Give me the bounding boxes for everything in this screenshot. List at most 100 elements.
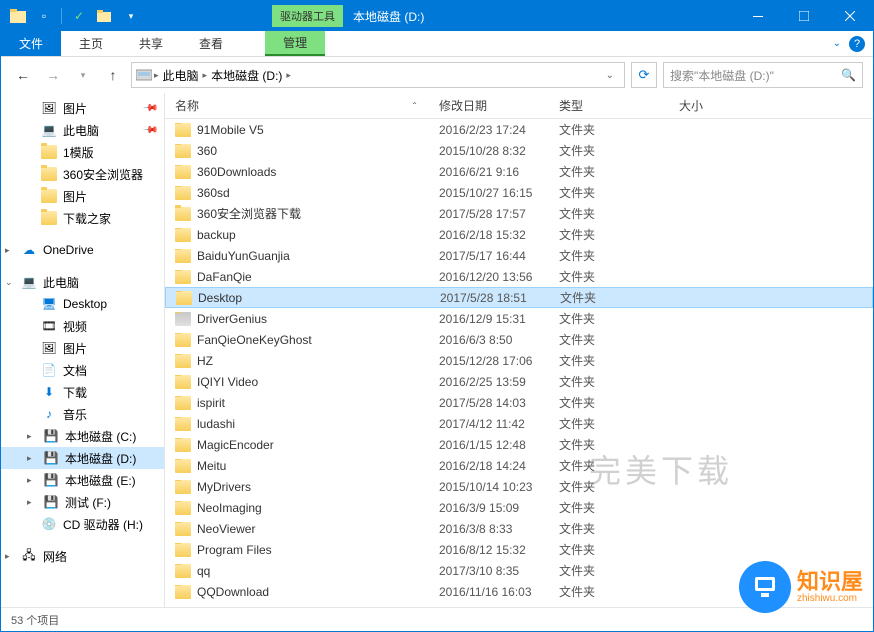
desktop-icon: 🖥 bbox=[41, 296, 57, 312]
file-row[interactable]: MyDrivers2015/10/14 10:23文件夹 bbox=[165, 476, 873, 497]
file-row[interactable]: 360安全浏览器下载2017/5/28 17:57文件夹 bbox=[165, 203, 873, 224]
file-type-cell: 文件夹 bbox=[549, 415, 669, 432]
breadcrumb-this-pc[interactable]: 此电脑 bbox=[161, 67, 201, 84]
tree-videos[interactable]: 🎞视频 bbox=[1, 315, 164, 337]
file-name-cell: NeoViewer bbox=[165, 522, 429, 536]
drive-tools-contextual-tab: 驱动器工具 bbox=[272, 5, 343, 27]
search-input[interactable]: 搜索"本地磁盘 (D:)" 🔍 bbox=[663, 62, 863, 88]
tree-test-f[interactable]: ▸💾测试 (F:) bbox=[1, 491, 164, 513]
file-name: Program Files bbox=[197, 543, 272, 557]
tab-view[interactable]: 查看 bbox=[181, 31, 241, 56]
tree-documents[interactable]: 📄文档 bbox=[1, 359, 164, 381]
recent-dropdown-icon[interactable]: ▾ bbox=[71, 63, 95, 87]
refresh-button[interactable]: ⟳ bbox=[631, 62, 657, 88]
expand-icon[interactable]: ▸ bbox=[5, 245, 15, 256]
tab-file[interactable]: 文件 bbox=[1, 31, 61, 56]
file-row[interactable]: FanQieOneKeyGhost2016/6/3 8:50文件夹 bbox=[165, 329, 873, 350]
file-name: 360 bbox=[197, 144, 217, 158]
folder-icon bbox=[175, 249, 191, 263]
tree-desktop[interactable]: 🖥Desktop bbox=[1, 293, 164, 315]
tree-pictures[interactable]: 🖼图片 bbox=[1, 337, 164, 359]
forward-button[interactable]: → bbox=[41, 63, 65, 87]
tree-music[interactable]: ♪音乐 bbox=[1, 403, 164, 425]
tree-onedrive[interactable]: ▸☁OneDrive bbox=[1, 239, 164, 261]
file-row[interactable]: 360sd2015/10/27 16:15文件夹 bbox=[165, 182, 873, 203]
tree-this-pc[interactable]: ⌄💻此电脑 bbox=[1, 271, 164, 293]
file-type-cell: 文件夹 bbox=[549, 205, 669, 222]
qat-dropdown-icon[interactable]: ▾ bbox=[120, 5, 142, 27]
file-type-cell: 文件夹 bbox=[549, 121, 669, 138]
tree-this-pc-quick[interactable]: 💻此电脑📌 bbox=[1, 119, 164, 141]
properties-icon[interactable]: ▫ bbox=[33, 5, 55, 27]
minimize-button[interactable] bbox=[735, 1, 781, 31]
tree-disk-e[interactable]: ▸💾本地磁盘 (E:) bbox=[1, 469, 164, 491]
file-row[interactable]: MagicEncoder2016/1/15 12:48文件夹 bbox=[165, 434, 873, 455]
pictures-icon: 🖼 bbox=[41, 340, 57, 356]
file-row[interactable]: backup2016/2/18 15:32文件夹 bbox=[165, 224, 873, 245]
file-row[interactable]: Program Files2016/8/12 15:32文件夹 bbox=[165, 539, 873, 560]
column-name[interactable]: 名称⌃ bbox=[165, 93, 429, 118]
breadcrumb-drive-d[interactable]: 本地磁盘 (D:) bbox=[209, 67, 284, 84]
tree-pictures-folder[interactable]: 图片 bbox=[1, 185, 164, 207]
ribbon-collapse-icon[interactable]: ⌄ bbox=[833, 38, 841, 49]
file-row[interactable]: 91Mobile V52016/2/23 17:24文件夹 bbox=[165, 119, 873, 140]
file-row[interactable]: NeoViewer2016/3/8 8:33文件夹 bbox=[165, 518, 873, 539]
tree-template-folder[interactable]: 1模版 bbox=[1, 141, 164, 163]
file-row[interactable]: QQDownload2016/11/16 16:03文件夹 bbox=[165, 581, 873, 602]
tree-360browser-folder[interactable]: 360安全浏览器 bbox=[1, 163, 164, 185]
tree-download-home-folder[interactable]: 下载之家 bbox=[1, 207, 164, 229]
back-button[interactable]: ← bbox=[11, 63, 35, 87]
file-row[interactable]: ludashi2017/4/12 11:42文件夹 bbox=[165, 413, 873, 434]
checkmark-icon[interactable]: ✓ bbox=[68, 5, 90, 27]
address-bar[interactable]: ▸ 此电脑 ▸ 本地磁盘 (D:) ▸ ⌄ bbox=[131, 62, 625, 88]
file-name-cell: qq bbox=[165, 564, 429, 578]
tree-disk-d[interactable]: ▸💾本地磁盘 (D:) bbox=[1, 447, 164, 469]
close-button[interactable] bbox=[827, 1, 873, 31]
file-row[interactable]: qq2017/3/10 8:35文件夹 bbox=[165, 560, 873, 581]
file-row[interactable]: Meitu2016/2/18 14:24文件夹 bbox=[165, 455, 873, 476]
file-row[interactable]: BaiduYunGuanjia2017/5/17 16:44文件夹 bbox=[165, 245, 873, 266]
tab-manage[interactable]: 管理 bbox=[265, 31, 325, 56]
tree-downloads[interactable]: ⬇下载 bbox=[1, 381, 164, 403]
file-name-cell: MyDrivers bbox=[165, 480, 429, 494]
file-row[interactable]: ispirit2017/5/28 14:03文件夹 bbox=[165, 392, 873, 413]
tree-cd-h[interactable]: 💿CD 驱动器 (H:) bbox=[1, 513, 164, 535]
new-folder-icon[interactable] bbox=[94, 5, 116, 27]
tab-home[interactable]: 主页 bbox=[61, 31, 121, 56]
file-row[interactable]: DaFanQie2016/12/20 13:56文件夹 bbox=[165, 266, 873, 287]
folder-icon bbox=[175, 270, 191, 284]
file-row[interactable]: Desktop2017/5/28 18:51文件夹 bbox=[165, 287, 873, 308]
up-button[interactable]: ↑ bbox=[101, 63, 125, 87]
column-size[interactable]: 大小 bbox=[669, 93, 769, 118]
file-row[interactable]: DriverGenius2016/12/9 15:31文件夹 bbox=[165, 308, 873, 329]
address-dropdown-icon[interactable]: ⌄ bbox=[600, 70, 620, 81]
file-name: FanQieOneKeyGhost bbox=[197, 333, 312, 347]
expand-icon[interactable]: ▸ bbox=[27, 431, 37, 442]
window-title: 本地磁盘 (D:) bbox=[353, 8, 424, 25]
help-icon[interactable]: ? bbox=[849, 36, 865, 52]
expand-icon[interactable]: ▸ bbox=[27, 497, 37, 508]
file-row[interactable]: HZ2015/12/28 17:06文件夹 bbox=[165, 350, 873, 371]
chevron-right-icon[interactable]: ▸ bbox=[201, 70, 210, 81]
tree-disk-c[interactable]: ▸💾本地磁盘 (C:) bbox=[1, 425, 164, 447]
expand-icon[interactable]: ▸ bbox=[27, 453, 37, 464]
expand-icon[interactable]: ▸ bbox=[5, 551, 15, 562]
file-row[interactable]: NeoImaging2016/3/9 15:09文件夹 bbox=[165, 497, 873, 518]
maximize-button[interactable] bbox=[781, 1, 827, 31]
column-date[interactable]: 修改日期 bbox=[429, 93, 549, 118]
file-type-cell: 文件夹 bbox=[549, 520, 669, 537]
file-row[interactable]: 360Downloads2016/6/21 9:16文件夹 bbox=[165, 161, 873, 182]
file-row[interactable]: IQIYI Video2016/2/25 13:59文件夹 bbox=[165, 371, 873, 392]
expand-icon[interactable]: ▸ bbox=[27, 475, 37, 486]
tree-pictures-quick[interactable]: 🖼图片📌 bbox=[1, 97, 164, 119]
collapse-icon[interactable]: ⌄ bbox=[5, 277, 15, 288]
file-rows-container[interactable]: 91Mobile V52016/2/23 17:24文件夹3602015/10/… bbox=[165, 119, 873, 607]
chevron-right-icon[interactable]: ▸ bbox=[152, 70, 161, 81]
chevron-right-icon[interactable]: ▸ bbox=[284, 70, 293, 81]
navigation-tree[interactable]: 🖼图片📌 💻此电脑📌 1模版 360安全浏览器 图片 下载之家 ▸☁OneDri… bbox=[1, 93, 165, 607]
column-type[interactable]: 类型 bbox=[549, 93, 669, 118]
file-row[interactable]: 3602015/10/28 8:32文件夹 bbox=[165, 140, 873, 161]
tab-share[interactable]: 共享 bbox=[121, 31, 181, 56]
tree-network[interactable]: ▸🖧网络 bbox=[1, 545, 164, 567]
file-name: Meitu bbox=[197, 459, 226, 473]
